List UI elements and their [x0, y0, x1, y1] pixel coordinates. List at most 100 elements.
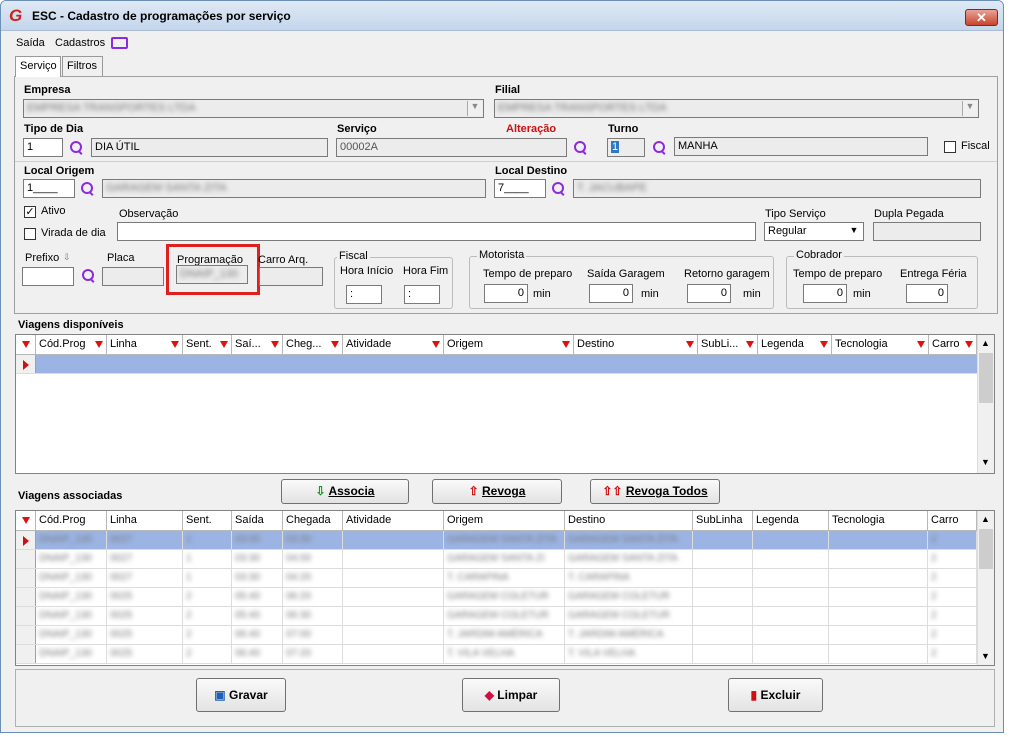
local-origem-code-input[interactable]: 1____	[23, 179, 75, 198]
column-header[interactable]: Linha	[107, 335, 183, 355]
close-button[interactable]: ✕	[965, 9, 998, 26]
table-row[interactable]	[16, 355, 977, 374]
servico-input[interactable]: 00002A	[336, 138, 567, 157]
filter-icon[interactable]	[686, 341, 694, 348]
column-header[interactable]: SubLinha	[693, 511, 753, 531]
tipo-servico-dropdown-icon[interactable]: ▼	[847, 225, 861, 239]
scroll-up-icon[interactable]: ▲	[981, 514, 990, 524]
limpar-button[interactable]: ◆ Limpar	[462, 678, 560, 712]
app-logo-icon: G	[9, 6, 23, 25]
associa-button[interactable]: ⇩ Associa	[281, 479, 409, 504]
column-header[interactable]: Chegada	[283, 511, 343, 531]
filter-icon[interactable]	[171, 341, 179, 348]
column-header[interactable]: Origem	[444, 335, 574, 355]
saida-garagem-label: Saída Garagem	[587, 268, 665, 280]
empresa-dropdown-icon[interactable]: ▼	[467, 101, 482, 116]
column-header[interactable]: Atividade	[343, 511, 444, 531]
virada-checkbox[interactable]	[24, 228, 36, 240]
column-header[interactable]: Cód.Prog	[36, 511, 107, 531]
ativo-checkbox[interactable]: ✓	[24, 206, 36, 218]
filter-icon[interactable]	[562, 341, 570, 348]
fiscal-checkbox[interactable]	[944, 141, 956, 153]
column-header[interactable]: Tecnologia	[832, 335, 929, 355]
retorno-garagem-input[interactable]: 0	[687, 284, 731, 303]
column-header[interactable]: Origem	[444, 511, 565, 531]
filter-icon[interactable]	[95, 341, 103, 348]
column-header[interactable]: Saída	[232, 511, 283, 531]
turno-search-icon[interactable]	[652, 140, 668, 156]
table-row[interactable]: DNAIP_130 0025 2 05:40 06:30 GARAGEM COLETUR G…	[16, 607, 977, 626]
tab-filtros[interactable]: Filtros	[62, 56, 103, 76]
column-header[interactable]: SubLi...	[698, 335, 758, 355]
tipo-dia-code-input[interactable]: 1	[23, 138, 63, 157]
scroll-down-icon[interactable]: ▼	[981, 651, 990, 661]
filter-icon[interactable]	[965, 341, 973, 348]
filter-icon[interactable]	[22, 341, 30, 348]
column-header[interactable]: Linha	[107, 511, 183, 531]
tipo-dia-search-icon[interactable]	[69, 140, 85, 156]
filter-icon[interactable]	[22, 517, 30, 524]
gravar-button[interactable]: ▣ Gravar	[196, 678, 286, 712]
prefixo-search-icon[interactable]	[81, 268, 97, 284]
servico-search-icon[interactable]	[573, 140, 589, 156]
scroll-thumb[interactable]	[979, 353, 993, 403]
cobrador-tempo-preparo-input[interactable]: 0	[803, 284, 847, 303]
column-header[interactable]: Atividade	[343, 335, 444, 355]
observacao-input[interactable]	[117, 222, 756, 241]
filter-icon[interactable]	[917, 341, 925, 348]
scroll-up-icon[interactable]: ▲	[981, 338, 990, 348]
entrega-feria-input[interactable]: 0	[906, 284, 948, 303]
hora-inicio-input[interactable]: :	[346, 285, 382, 304]
viagens-associadas-grid[interactable]: Cód.Prog Linha Sent. Saída Chegada Ativi…	[15, 510, 995, 666]
turno-code-input[interactable]: 1	[607, 138, 645, 157]
table-row[interactable]: DNAIP_130 0027 1 03:00 03:30 GARAGEM SANTA ZI…	[16, 531, 977, 550]
table-cell: DNAIP_130	[36, 588, 107, 606]
filter-icon[interactable]	[331, 341, 339, 348]
local-destino-code-input[interactable]: 7____	[494, 179, 546, 198]
column-header[interactable]: Carro	[929, 335, 977, 355]
column-header[interactable]: Saí...	[232, 335, 283, 355]
table-row[interactable]: DNAIP_130 0025 2 06:40 07:20 T. VILA VELHA T. …	[16, 645, 977, 664]
empresa-select[interactable]: EMPRESA TRANSPORTES LTDA	[23, 99, 484, 118]
filter-icon[interactable]	[746, 341, 754, 348]
table-row[interactable]: DNAIP_130 0025 2 06:40 07:00 T. JARDIM AMÉRIC…	[16, 626, 977, 645]
filter-icon[interactable]	[271, 341, 279, 348]
column-header[interactable]: Legenda	[753, 511, 829, 531]
table-row[interactable]: DNAIP_130 0027 1 03:30 04:00 GARAGEM SANTA ZI…	[16, 550, 977, 569]
column-header[interactable]: Legenda	[758, 335, 832, 355]
filter-icon[interactable]	[220, 341, 228, 348]
local-destino-search-icon[interactable]	[551, 181, 567, 197]
saida-garagem-input[interactable]: 0	[589, 284, 633, 303]
motorista-tempo-preparo-input[interactable]: 0	[484, 284, 528, 303]
column-header[interactable]: Cheg...	[283, 335, 343, 355]
viagens-disponiveis-grid[interactable]: Cód.Prog Linha Sent. Saí... Cheg... Ativ…	[15, 334, 995, 474]
revoga-todos-button[interactable]: ⇧⇧ Revoga Todos	[590, 479, 720, 504]
row-indicator	[16, 626, 36, 644]
monitor-icon[interactable]	[111, 37, 128, 49]
column-header[interactable]: Carro	[928, 511, 977, 531]
filter-icon[interactable]	[432, 341, 440, 348]
filial-dropdown-icon[interactable]: ▼	[962, 101, 977, 116]
column-header[interactable]: Cód.Prog	[36, 335, 107, 355]
scroll-thumb[interactable]	[979, 529, 993, 569]
table-row[interactable]: DNAIP_130 0027 1 03:30 04:20 T. CARAPINA T. CA…	[16, 569, 977, 588]
prefixo-input[interactable]	[22, 267, 74, 286]
filial-select[interactable]: EMPRESA TRANSPORTES LTDA	[494, 99, 979, 118]
filter-icon[interactable]	[820, 341, 828, 348]
scrollbar[interactable]: ▲ ▼	[977, 511, 994, 665]
scrollbar[interactable]: ▲ ▼	[977, 335, 994, 473]
column-header[interactable]: Tecnologia	[829, 511, 928, 531]
column-header[interactable]: Destino	[574, 335, 698, 355]
local-origem-search-icon[interactable]	[80, 181, 96, 197]
column-header[interactable]: Sent.	[183, 511, 232, 531]
column-header[interactable]: Destino	[565, 511, 693, 531]
table-row[interactable]: DNAIP_130 0025 2 05:40 06:20 GARAGEM COLETUR G…	[16, 588, 977, 607]
hora-fim-input[interactable]: :	[404, 285, 440, 304]
tab-servico[interactable]: Serviço	[15, 56, 61, 77]
menu-saida[interactable]: Saída	[16, 37, 45, 49]
revoga-button[interactable]: ⇧ Revoga	[432, 479, 562, 504]
excluir-button[interactable]: ▮ Excluir	[728, 678, 823, 712]
scroll-down-icon[interactable]: ▼	[981, 457, 990, 467]
menu-cadastros[interactable]: Cadastros	[55, 37, 105, 49]
column-header[interactable]: Sent.	[183, 335, 232, 355]
